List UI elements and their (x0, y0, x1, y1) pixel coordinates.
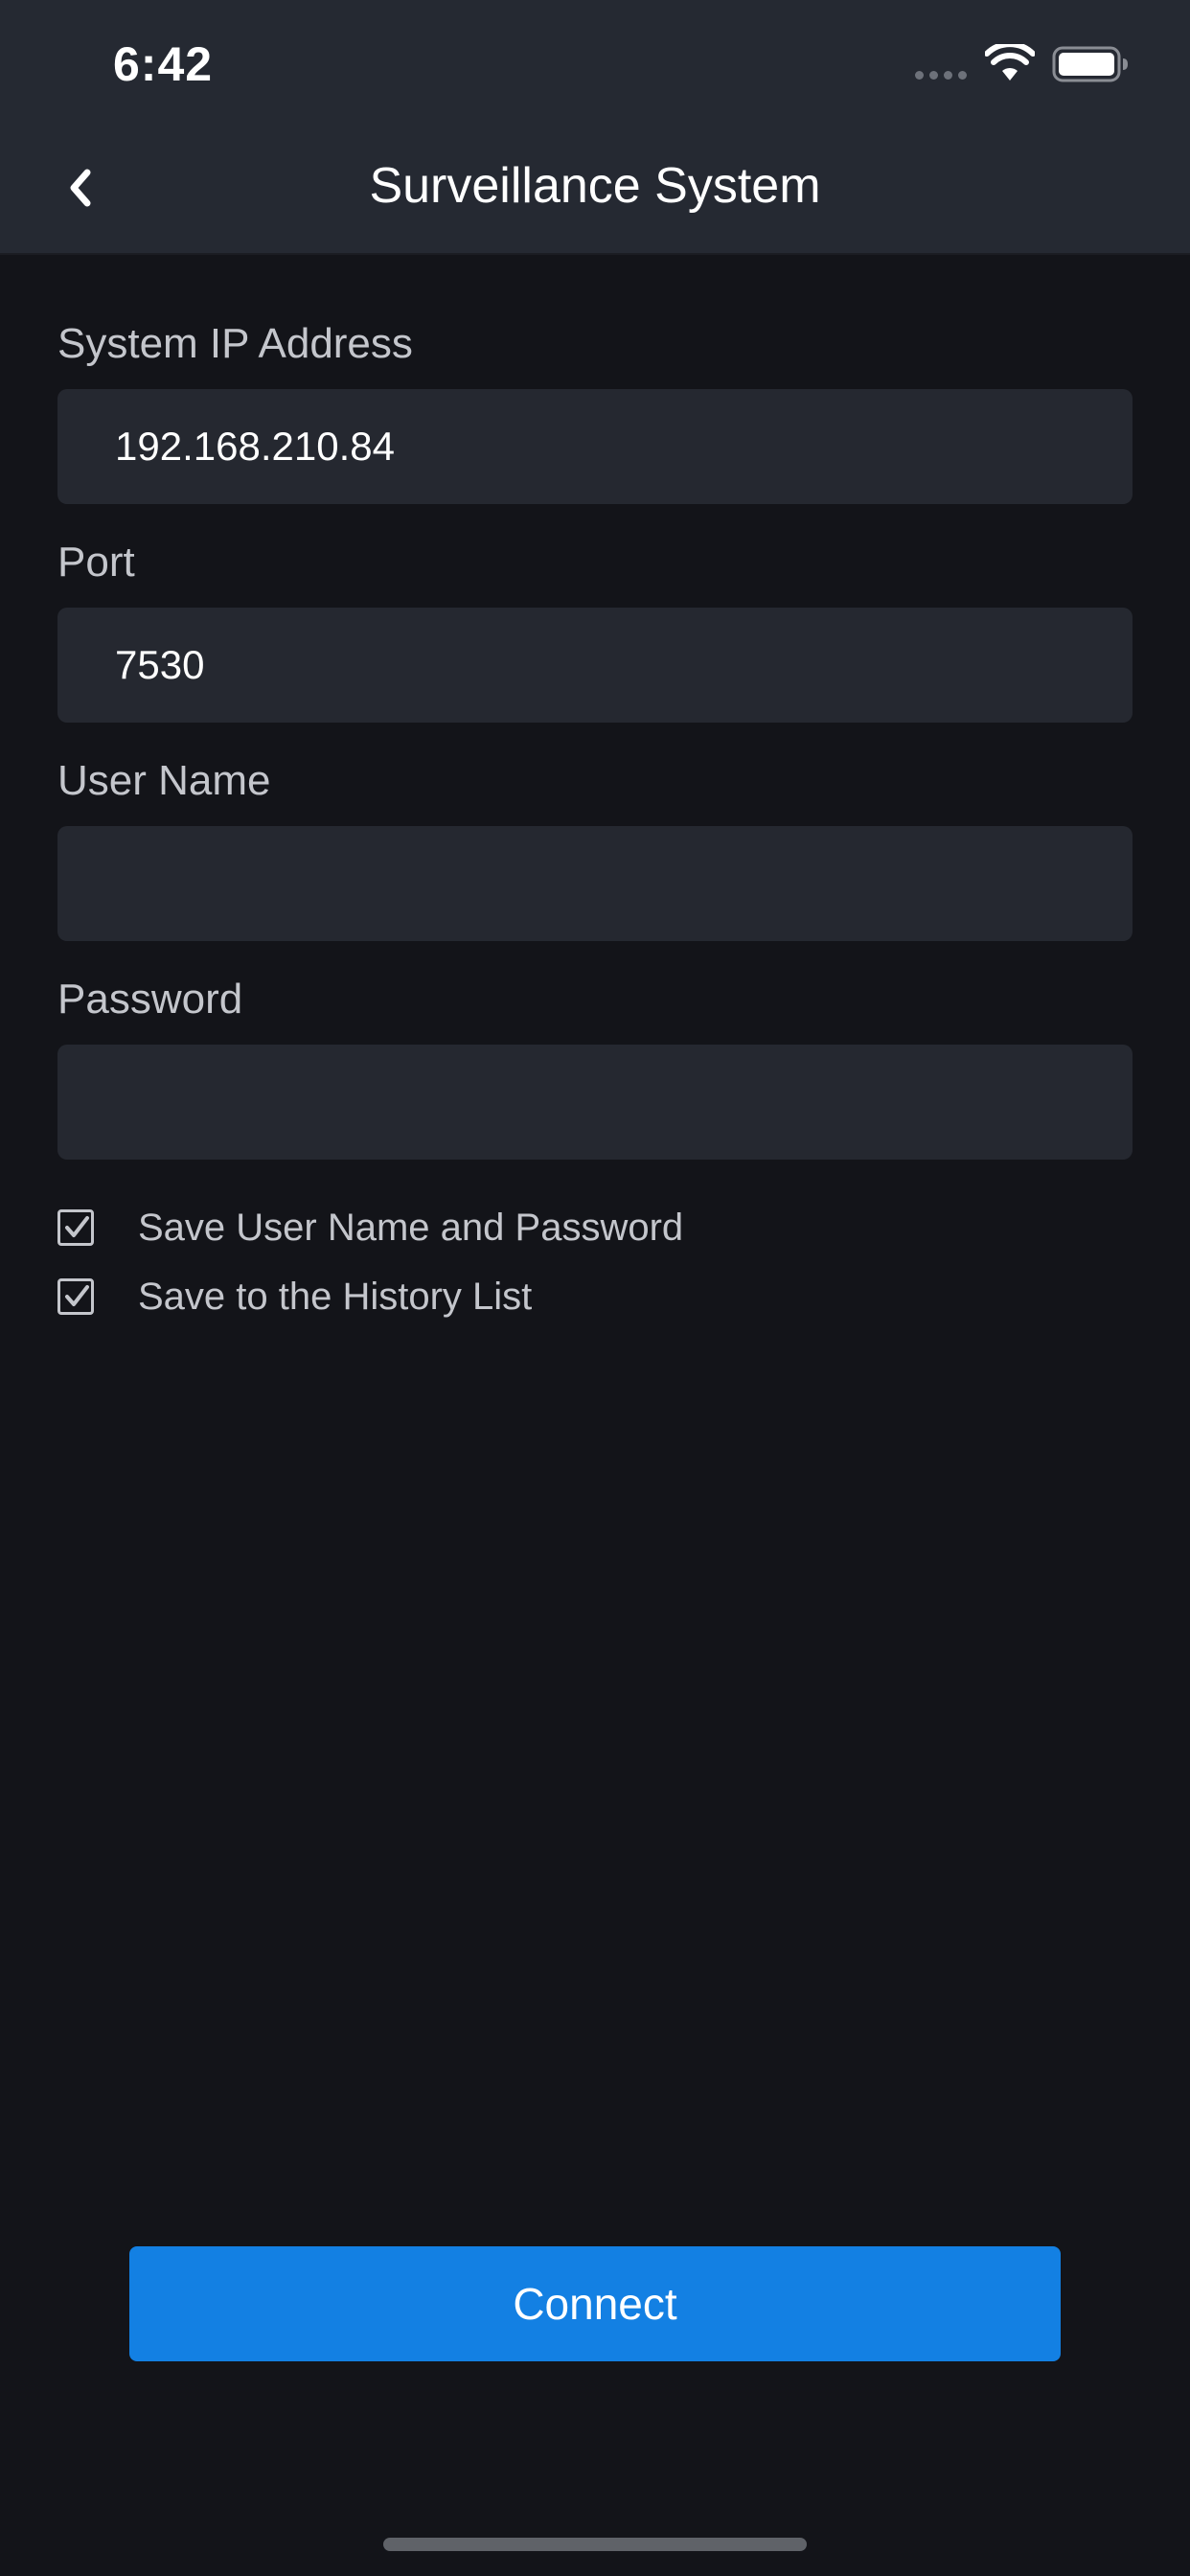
cellular-signal-icon (915, 71, 967, 80)
password-input[interactable] (57, 1045, 1133, 1160)
save-credentials-label: Save User Name and Password (138, 1206, 684, 1249)
home-indicator (383, 2538, 807, 2551)
username-label: User Name (57, 757, 271, 804)
username-input[interactable] (57, 826, 1133, 941)
save-credentials-checkbox-row[interactable]: Save User Name and Password (57, 1204, 683, 1252)
checkmark-icon (65, 1285, 89, 1306)
ip-address-input[interactable] (57, 389, 1133, 504)
save-history-checkbox[interactable] (57, 1278, 94, 1315)
password-label: Password (57, 976, 243, 1023)
ip-address-label: System IP Address (57, 320, 413, 367)
save-credentials-checkbox[interactable] (57, 1209, 94, 1246)
battery-icon (1052, 46, 1128, 82)
app-header: 6:42 Surveillance System (0, 0, 1190, 255)
page-title: Surveillance System (369, 158, 821, 214)
checkmark-icon (65, 1216, 89, 1237)
save-history-label: Save to the History List (138, 1275, 533, 1318)
wifi-icon (985, 44, 1035, 80)
status-time: 6:42 (113, 37, 214, 91)
port-label: Port (57, 539, 135, 586)
save-history-checkbox-row[interactable]: Save to the History List (57, 1273, 532, 1321)
connect-button[interactable]: Connect (129, 2246, 1061, 2361)
port-input[interactable] (57, 608, 1133, 723)
